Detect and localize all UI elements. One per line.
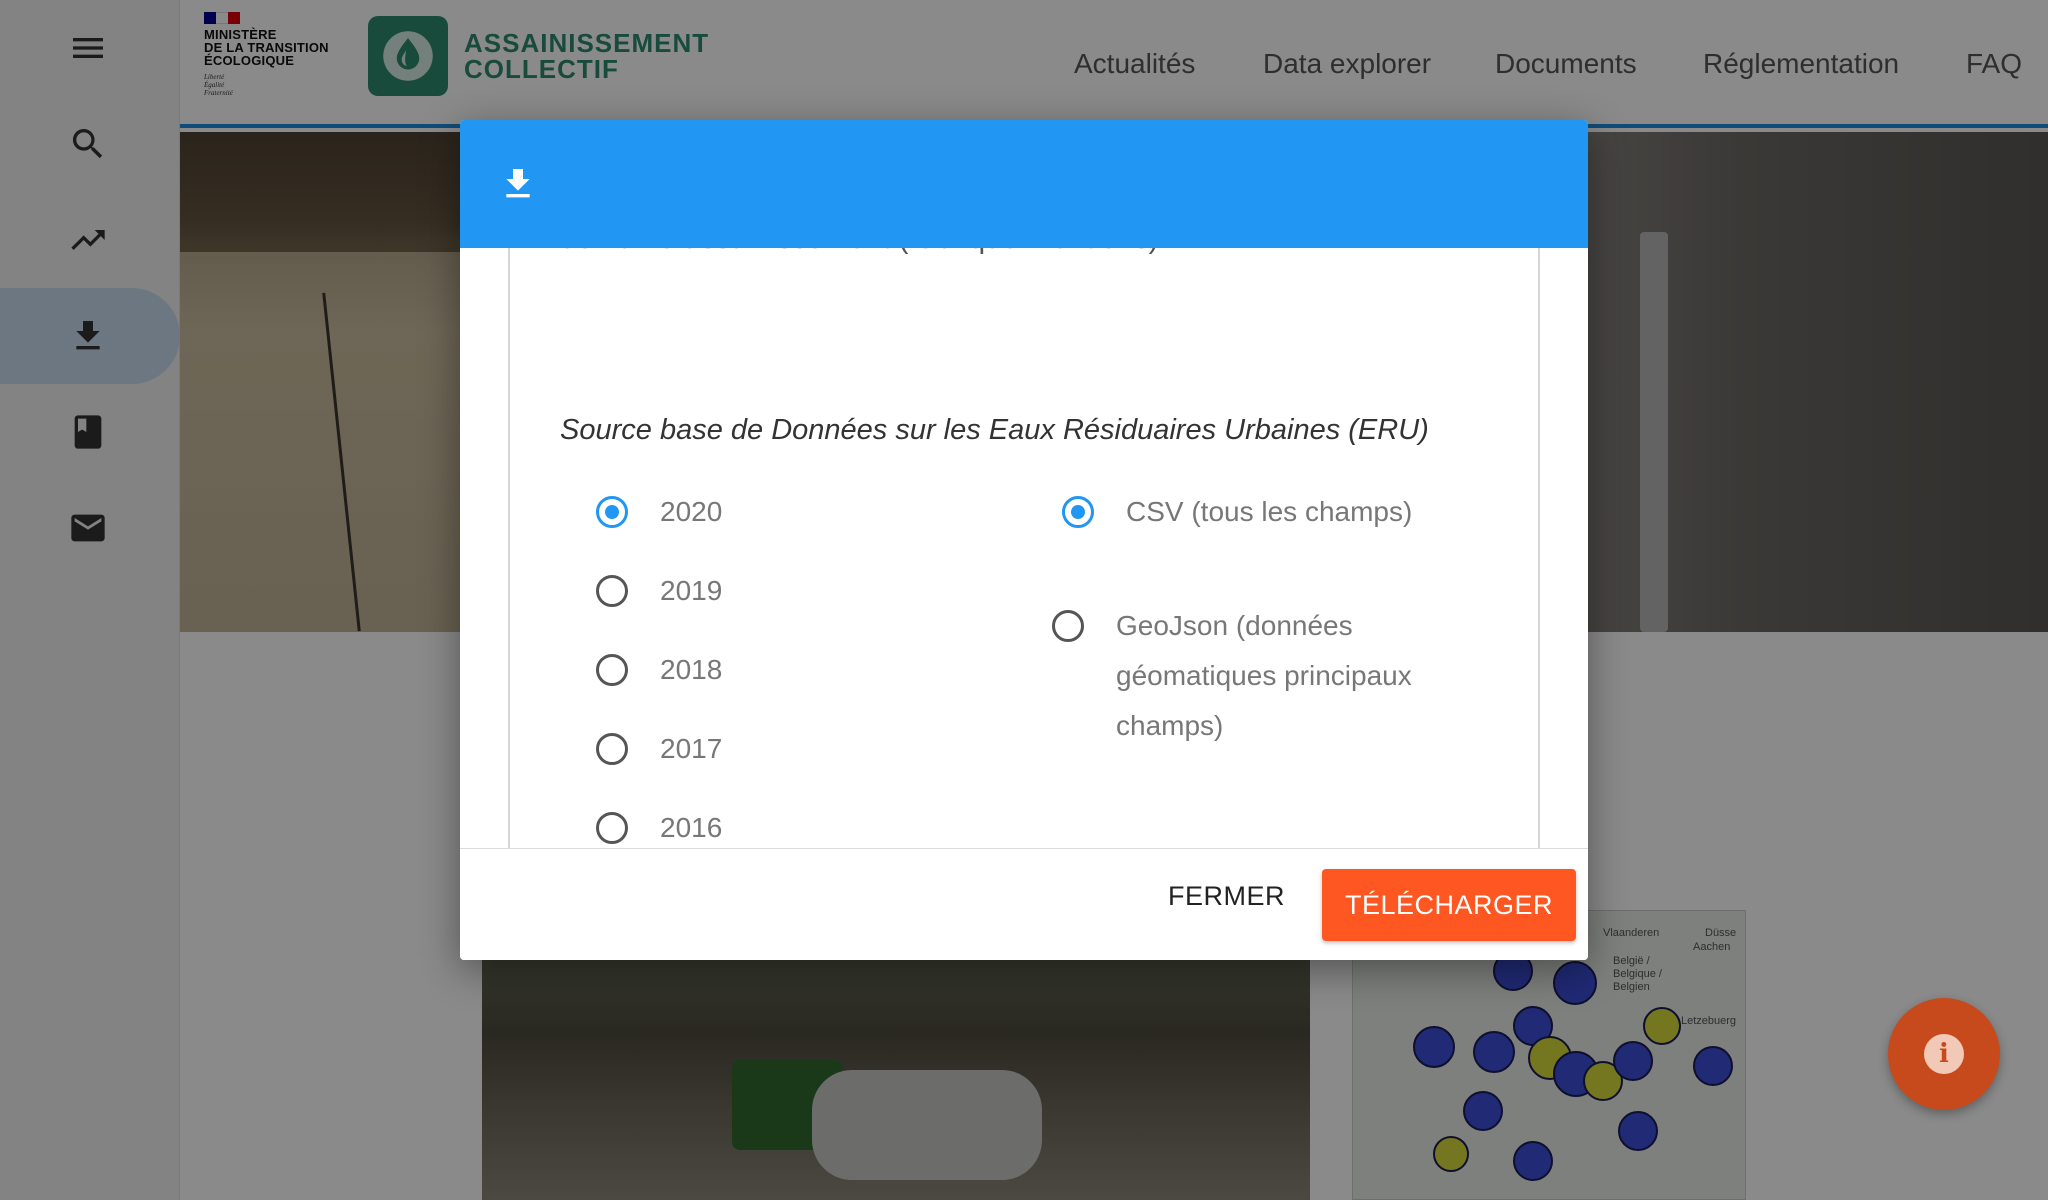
download-icon xyxy=(506,169,530,198)
radio-year-2017[interactable]: 2017 xyxy=(596,733,722,774)
close-button[interactable]: FERMER xyxy=(1168,881,1285,912)
radio-checked-icon xyxy=(596,496,628,528)
info-icon: i xyxy=(1924,1034,1964,1074)
download-button[interactable]: TÉLÉCHARGER xyxy=(1322,869,1576,941)
radio-unchecked-icon xyxy=(596,575,628,607)
radio-year-2018[interactable]: 2018 xyxy=(596,654,722,695)
radio-label: CSV (tous les champs) xyxy=(1126,496,1413,527)
radio-year-2019[interactable]: 2019 xyxy=(596,575,722,616)
radio-year-2016[interactable]: 2016 xyxy=(596,812,722,853)
radio-year-2020[interactable]: 2020 xyxy=(596,496,722,537)
radio-label: 2020 xyxy=(660,496,723,527)
dialog-clipped-text: domaine assainissement (rubrique mention… xyxy=(560,248,1159,256)
radio-unchecked-icon xyxy=(596,812,628,844)
radio-unchecked-icon xyxy=(1052,610,1084,642)
dialog-footer: FERMER TÉLÉCHARGER xyxy=(460,848,1588,960)
dialog-header xyxy=(460,120,1588,248)
radio-unchecked-icon xyxy=(596,654,628,686)
radio-format-geojson[interactable]: GeoJson (données géomatiques principaux … xyxy=(1052,610,1446,751)
radio-label: 2016 xyxy=(660,812,723,843)
radio-label: 2017 xyxy=(660,733,723,764)
info-fab-button[interactable]: i xyxy=(1888,998,2000,1110)
radio-unchecked-icon xyxy=(596,733,628,765)
radio-label: 2019 xyxy=(660,575,723,606)
download-dialog: domaine assainissement (rubrique mention… xyxy=(460,120,1588,960)
radio-label: 2018 xyxy=(660,654,723,685)
source-text: Source base de Données sur les Eaux Rési… xyxy=(560,414,1429,446)
radio-label: GeoJson (données géomatiques principaux … xyxy=(1116,610,1412,741)
radio-format-csv[interactable]: CSV (tous les champs) xyxy=(1062,496,1412,537)
radio-checked-icon xyxy=(1062,496,1094,528)
